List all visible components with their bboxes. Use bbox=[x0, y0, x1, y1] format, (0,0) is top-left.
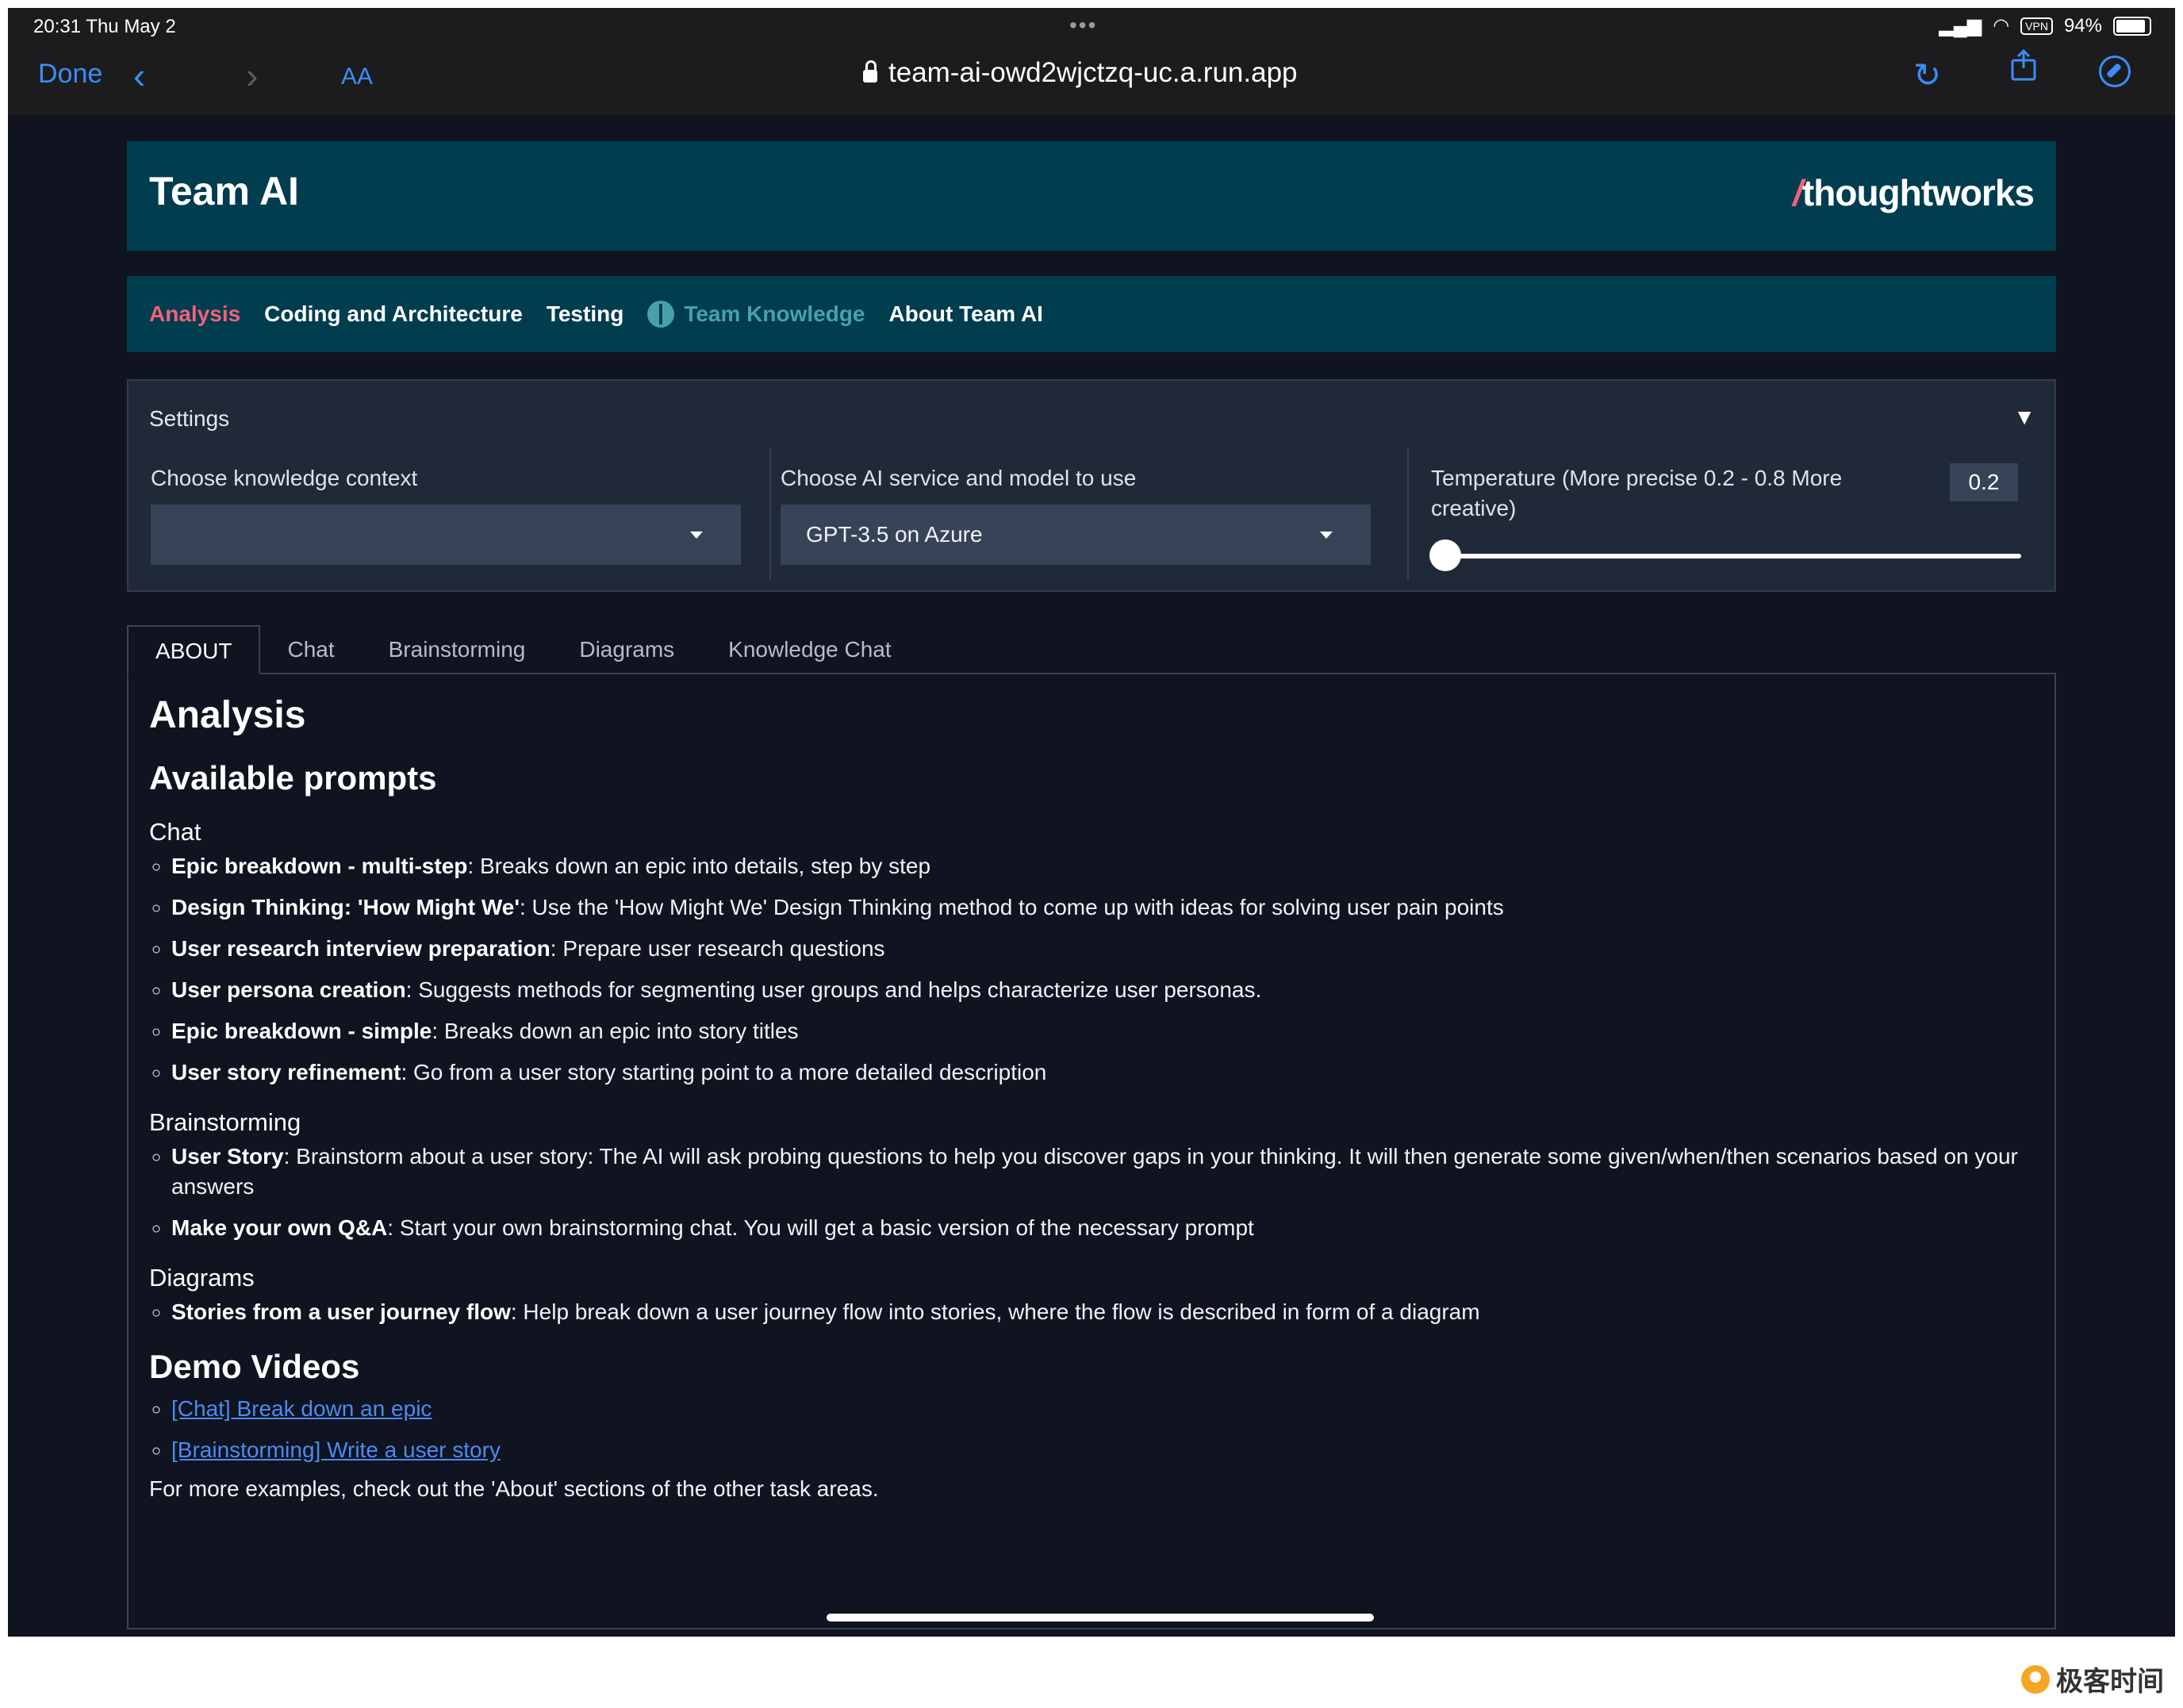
list-item: User story refinement: Go from a user st… bbox=[171, 1057, 2034, 1088]
browser-chrome: 20:31 Thu May 2 ••• ▂▄▆ ◠ VPN 94% Done ‹… bbox=[8, 8, 2175, 115]
temperature-col: Temperature (More precise 0.2 - 0.8 More… bbox=[1412, 439, 2040, 574]
nav-about[interactable]: About Team AI bbox=[889, 301, 1043, 327]
tab-brainstorming[interactable]: Brainstorming bbox=[362, 625, 553, 674]
back-icon[interactable]: ‹ bbox=[133, 54, 145, 97]
demo-link-brainstorming[interactable]: [Brainstorming] Write a user story bbox=[171, 1437, 501, 1462]
settings-title[interactable]: Settings bbox=[149, 406, 229, 432]
chevron-down-icon bbox=[690, 532, 703, 539]
tab-about[interactable]: ABOUT bbox=[127, 625, 261, 674]
list-item: Design Thinking: 'How Might We': Use the… bbox=[171, 892, 2034, 923]
list-item: [Chat] Break down an epic bbox=[171, 1394, 2034, 1424]
main-nav: Analysis Coding and Architecture Testing… bbox=[127, 276, 2056, 352]
collapse-toggle-icon[interactable]: ▼ bbox=[2013, 405, 2035, 430]
list-item: Stories from a user journey flow: Help b… bbox=[171, 1297, 2034, 1327]
compass-icon[interactable] bbox=[2099, 56, 2131, 87]
nav-team-knowledge-label: Team Knowledge bbox=[684, 301, 865, 326]
watermark: 极客时间 bbox=[2021, 1660, 2164, 1698]
battery-icon bbox=[2113, 16, 2151, 36]
vpn-badge: VPN bbox=[2020, 17, 2053, 35]
demo-videos-heading: Demo Videos bbox=[149, 1348, 360, 1385]
tab-chat[interactable]: Chat bbox=[260, 625, 361, 674]
tab-diagrams[interactable]: Diagrams bbox=[552, 625, 701, 674]
list-item: User Story: Brainstorm about a user stor… bbox=[171, 1142, 2034, 1202]
knowledge-context-col: Choose knowledge context bbox=[132, 439, 760, 574]
text-size-button[interactable]: AA bbox=[341, 63, 373, 90]
tab-knowledge-chat[interactable]: Knowledge Chat bbox=[701, 625, 918, 674]
nav-testing[interactable]: Testing bbox=[547, 301, 623, 327]
signal-icon: ▂▄▆ bbox=[1939, 15, 1982, 36]
tab-bar: ABOUT Chat Brainstorming Diagrams Knowle… bbox=[127, 625, 919, 674]
multitask-dots[interactable]: ••• bbox=[1069, 13, 1097, 38]
temperature-slider-thumb[interactable] bbox=[1429, 539, 1461, 571]
demo-link-chat[interactable]: [Chat] Break down an epic bbox=[171, 1396, 432, 1421]
temperature-value-input[interactable]: 0.2 bbox=[1950, 463, 2018, 501]
app-header: Team AI /thoughtworks bbox=[127, 141, 2056, 251]
app-title: Team AI bbox=[149, 169, 299, 213]
more-examples-text: For more examples, check out the 'About'… bbox=[149, 1476, 879, 1501]
brain-icon bbox=[647, 301, 675, 328]
nav-analysis[interactable]: Analysis bbox=[149, 301, 240, 327]
knowledge-context-select[interactable] bbox=[151, 505, 741, 565]
chevron-down-icon bbox=[1320, 532, 1333, 539]
diagrams-heading: Diagrams bbox=[149, 1264, 255, 1292]
done-button[interactable]: Done bbox=[38, 59, 102, 90]
list-item: Make your own Q&A: Start your own brains… bbox=[171, 1213, 2034, 1243]
list-item: User research interview preparation: Pre… bbox=[171, 934, 2034, 964]
model-select[interactable]: GPT-3.5 on Azure bbox=[781, 505, 1371, 565]
list-item: User persona creation: Suggests methods … bbox=[171, 975, 2034, 1005]
url-text: team-ai-owd2wjctzq-uc.a.run.app bbox=[888, 57, 1298, 88]
chat-heading: Chat bbox=[149, 818, 201, 846]
content-subtitle: Available prompts bbox=[149, 759, 437, 796]
thoughtworks-logo: /thoughtworks bbox=[1793, 172, 2035, 213]
temperature-label: Temperature (More precise 0.2 - 0.8 More… bbox=[1431, 466, 1843, 520]
nav-team-knowledge[interactable]: Team Knowledge bbox=[647, 301, 865, 328]
content-title: Analysis bbox=[149, 694, 306, 736]
model-label: Choose AI service and model to use bbox=[781, 466, 1137, 490]
divider bbox=[1407, 447, 1409, 581]
demo-video-list: [Chat] Break down an epic [Brainstorming… bbox=[149, 1394, 2034, 1465]
home-indicator[interactable] bbox=[827, 1614, 1374, 1622]
diagrams-prompt-list: Stories from a user journey flow: Help b… bbox=[149, 1297, 2034, 1327]
about-content: Analysis Available prompts Chat Epic bre… bbox=[127, 673, 2056, 1629]
temperature-slider-track[interactable] bbox=[1431, 554, 2021, 558]
geektime-logo-icon bbox=[2021, 1664, 2050, 1694]
wifi-icon: ◠ bbox=[1993, 15, 2010, 36]
settings-panel: Settings ▼ Choose knowledge context Choo… bbox=[127, 379, 2056, 592]
chat-prompt-list: Epic breakdown - multi-step: Breaks down… bbox=[149, 851, 2034, 1088]
status-icons: ▂▄▆ ◠ VPN 94% bbox=[1939, 14, 2151, 37]
model-col: Choose AI service and model to use GPT-3… bbox=[762, 439, 1390, 574]
lock-icon bbox=[863, 60, 877, 83]
watermark-text: 极客时间 bbox=[2056, 1667, 2164, 1697]
knowledge-context-label: Choose knowledge context bbox=[151, 466, 418, 490]
screen: 20:31 Thu May 2 ••• ▂▄▆ ◠ VPN 94% Done ‹… bbox=[8, 8, 2175, 1637]
status-time: 20:31 Thu May 2 bbox=[33, 16, 176, 37]
model-value: GPT-3.5 on Azure bbox=[806, 522, 983, 547]
forward-icon[interactable]: › bbox=[246, 54, 258, 97]
list-item: Epic breakdown - multi-step: Breaks down… bbox=[171, 851, 2034, 881]
list-item: [Brainstorming] Write a user story bbox=[171, 1435, 2034, 1465]
nav-coding[interactable]: Coding and Architecture bbox=[264, 301, 523, 327]
battery-percent: 94% bbox=[2063, 14, 2102, 36]
address-bar[interactable]: team-ai-owd2wjctzq-uc.a.run.app bbox=[863, 57, 1298, 89]
brainstorming-heading: Brainstorming bbox=[149, 1108, 301, 1136]
brainstorming-prompt-list: User Story: Brainstorm about a user stor… bbox=[149, 1142, 2034, 1243]
list-item: Epic breakdown - simple: Breaks down an … bbox=[171, 1016, 2034, 1046]
reload-icon[interactable]: ↻ bbox=[1913, 56, 1941, 94]
share-icon[interactable] bbox=[2010, 49, 2037, 81]
